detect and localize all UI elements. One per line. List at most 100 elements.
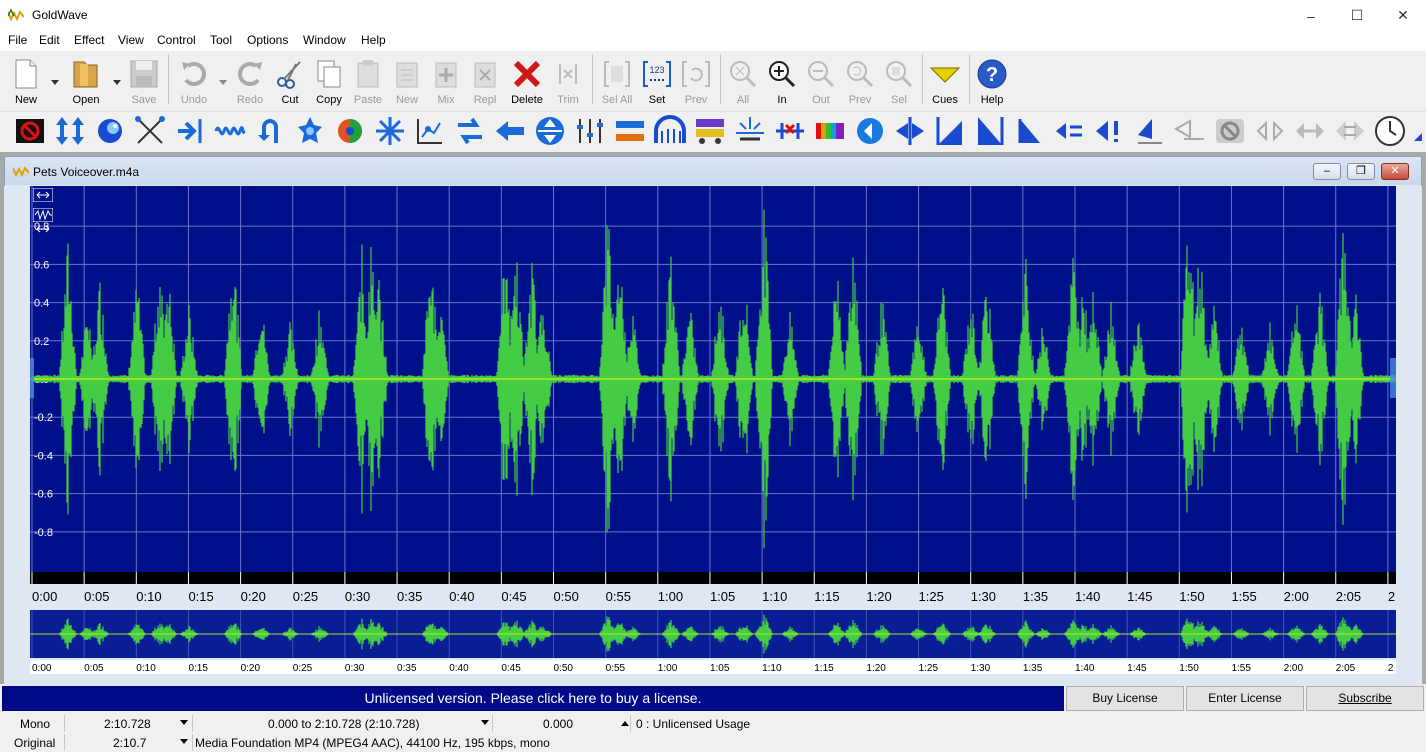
set-selection-button[interactable]: 123 Set <box>637 56 677 106</box>
play-icon[interactable] <box>1254 115 1286 147</box>
menu-help[interactable]: Help <box>361 33 386 47</box>
compressor-icon[interactable] <box>174 115 206 147</box>
subscribe-button[interactable]: Subscribe <box>1306 686 1424 711</box>
minimize-button[interactable]: – <box>1288 0 1334 31</box>
loop-icon[interactable] <box>1334 115 1366 147</box>
auto-gain-icon[interactable] <box>54 115 86 147</box>
playback-rate-icon[interactable] <box>574 115 606 147</box>
clock-icon[interactable] <box>1374 115 1406 147</box>
save-button[interactable]: Save <box>124 56 164 106</box>
zoom-all-button[interactable]: All <box>723 56 763 106</box>
close-button[interactable]: ✕ <box>1380 0 1426 31</box>
mechanize-icon[interactable] <box>374 115 406 147</box>
overview-time-label: 0:20 <box>241 663 261 674</box>
fade-out-icon[interactable] <box>1014 115 1046 147</box>
license-banner[interactable]: Unlicensed version. Please click here to… <box>2 686 1064 711</box>
smoother-icon[interactable] <box>734 115 766 147</box>
trim-button[interactable]: Trim <box>548 56 588 106</box>
overview-time-label: 1:30 <box>971 663 991 674</box>
waveform-view-icon[interactable] <box>33 208 53 222</box>
open-dropdown-button[interactable] <box>110 56 124 106</box>
redo-button[interactable]: Redo <box>230 56 270 106</box>
previous-selection-icon <box>682 61 710 87</box>
reverse-icon[interactable] <box>654 115 686 147</box>
fit-width-icon[interactable] <box>33 188 53 202</box>
menu-edit[interactable]: Edit <box>39 33 60 47</box>
paste-button[interactable]: Paste <box>348 56 388 106</box>
document-title: Pets Voiceover.m4a <box>33 165 140 179</box>
document-minimize-button[interactable]: – <box>1313 163 1341 180</box>
equalizer-icon[interactable] <box>254 115 286 147</box>
cut-button[interactable]: Cut <box>270 56 310 106</box>
noise-reduction-icon[interactable] <box>414 115 446 147</box>
doppler-icon[interactable] <box>94 115 126 147</box>
overview-time-label: 1:00 <box>658 663 678 674</box>
position-up-icon[interactable] <box>621 721 629 726</box>
replace-button[interactable]: Repl <box>465 56 505 106</box>
selection-dropdown-icon[interactable] <box>481 720 489 725</box>
stereo-icon[interactable] <box>854 115 886 147</box>
menu-file[interactable]: File <box>8 33 27 47</box>
open-button[interactable]: Open <box>66 56 106 106</box>
match-volume-icon[interactable] <box>1054 115 1086 147</box>
window-title: GoldWave <box>32 8 88 22</box>
original-dropdown-icon[interactable] <box>180 739 188 744</box>
menu-view[interactable]: View <box>118 33 144 47</box>
pitch-icon[interactable] <box>534 115 566 147</box>
noise-stop-icon[interactable] <box>14 115 46 147</box>
maximize-button[interactable]: ☐ <box>1334 0 1380 31</box>
skip-icon[interactable] <box>1294 115 1326 147</box>
spatial-expander-icon[interactable] <box>774 115 806 147</box>
overview-time-label: 0:55 <box>606 663 626 674</box>
channel-mixer-icon[interactable] <box>134 115 166 147</box>
overview-time-label: 0:05 <box>84 663 104 674</box>
time-label: 1:15 <box>814 589 839 604</box>
new-file-icon <box>15 59 37 89</box>
echo-icon[interactable] <box>214 115 246 147</box>
offset-icon[interactable] <box>454 115 486 147</box>
fade-in-icon[interactable] <box>974 115 1006 147</box>
document-restore-button[interactable]: ❐ <box>1347 163 1375 180</box>
buy-license-button[interactable]: Buy License <box>1066 686 1184 711</box>
document-close-button[interactable]: ✕ <box>1381 163 1409 180</box>
zoom-in-button[interactable]: In <box>762 56 802 106</box>
time-warp-icon[interactable] <box>894 115 926 147</box>
undo-dropdown-button[interactable] <box>216 56 230 106</box>
silence-icon[interactable] <box>694 115 726 147</box>
menu-tool[interactable]: Tool <box>210 33 232 47</box>
select-all-button[interactable]: Sel All <box>597 56 637 106</box>
volume-icon[interactable] <box>934 115 966 147</box>
copy-button[interactable]: Copy <box>309 56 349 106</box>
pan-icon[interactable] <box>494 115 526 147</box>
new-dropdown-button[interactable] <box>48 56 62 106</box>
menu-control[interactable]: Control <box>157 33 196 47</box>
cues-button[interactable]: Cues <box>925 56 965 106</box>
flanger-icon[interactable] <box>294 115 326 147</box>
zoom-out-button[interactable]: Out <box>801 56 841 106</box>
toolbar-overflow-icon[interactable] <box>1410 115 1424 147</box>
invert-icon[interactable] <box>334 115 366 147</box>
change-volume-icon[interactable] <box>1174 115 1206 147</box>
spectrum-filter-icon[interactable] <box>814 115 846 147</box>
zoom-previous-button[interactable]: Prev <box>840 56 880 106</box>
previous-selection-button[interactable]: Prev <box>676 56 716 106</box>
menu-effect[interactable]: Effect <box>74 33 104 47</box>
new-button[interactable]: New <box>6 56 46 106</box>
zoom-selection-button[interactable]: Sel <box>879 56 919 106</box>
length-dropdown-icon[interactable] <box>180 720 188 725</box>
delete-button[interactable]: Delete <box>506 56 548 106</box>
save-disk-icon <box>130 60 158 88</box>
menu-window[interactable]: Window <box>303 33 346 47</box>
mix-button[interactable]: Mix <box>426 56 466 106</box>
help-button[interactable]: ? Help <box>972 56 1012 106</box>
paste-new-button[interactable]: New <box>387 56 427 106</box>
shape-volume-icon[interactable] <box>1094 115 1126 147</box>
menu-options[interactable]: Options <box>247 33 288 47</box>
enter-license-button[interactable]: Enter License <box>1186 686 1304 711</box>
maximize-icon[interactable] <box>1134 115 1166 147</box>
mute-icon[interactable] <box>1214 115 1246 147</box>
expand-icon[interactable] <box>33 222 53 236</box>
waveform-display[interactable]: 0.80.60.40.20.0-0.2-0.4-0.6-0.8 0:00 0:05… <box>0 186 1426 686</box>
resample-icon[interactable] <box>614 115 646 147</box>
undo-button[interactable]: Undo <box>174 56 214 106</box>
